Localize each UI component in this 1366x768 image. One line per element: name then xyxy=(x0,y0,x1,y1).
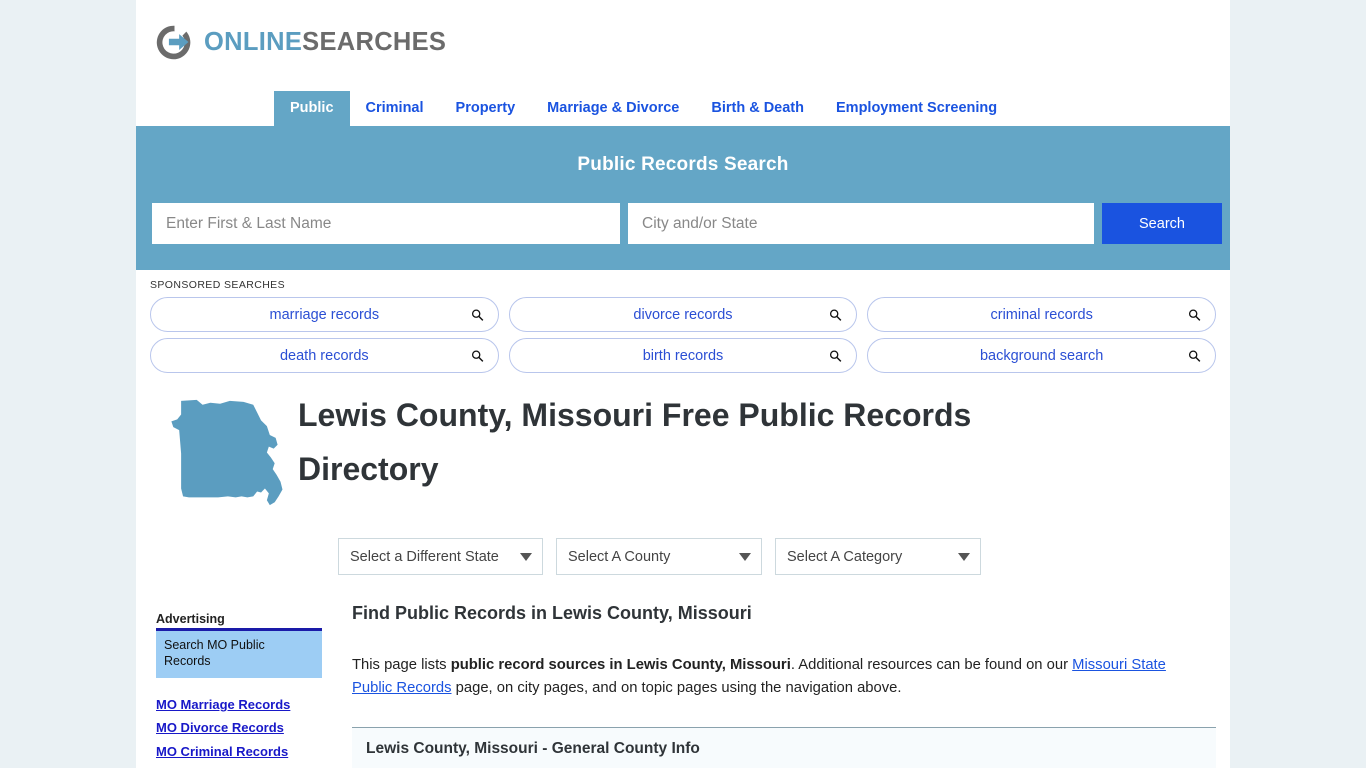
sponsored-pill-label: divorce records xyxy=(633,306,733,323)
site-logo-link[interactable]: ONLINESEARCHES xyxy=(154,22,446,63)
sidebar-link-mo-divorce-records[interactable]: MO Divorce Records xyxy=(156,718,338,738)
intro-text-part2: . Additional resources can be found on o… xyxy=(790,657,1073,673)
page-root: ONLINESEARCHES Public Criminal Property … xyxy=(0,0,1366,768)
content-container: ONLINESEARCHES Public Criminal Property … xyxy=(136,0,1230,768)
sidebar-link-mo-criminal-records[interactable]: MO Criminal Records xyxy=(156,742,338,762)
tab-property[interactable]: Property xyxy=(440,91,532,127)
sponsored-pill-label: marriage records xyxy=(269,306,380,323)
location-search-input[interactable] xyxy=(628,203,1094,244)
general-county-info-panel: Lewis County, Missouri - General County … xyxy=(352,727,1216,768)
public-records-search-band: Public Records Search Search xyxy=(136,126,1230,270)
general-county-info-title: Lewis County, Missouri - General County … xyxy=(366,739,700,757)
sponsored-searches-label: SPONSORED SEARCHES xyxy=(150,279,285,291)
ad-unit-text: Search MO Public Records xyxy=(164,638,265,668)
sponsored-pill-divorce-records[interactable]: divorce records xyxy=(508,297,858,332)
county-select[interactable]: Select A County xyxy=(556,538,762,575)
main-navigation: Public Criminal Property Marriage & Divo… xyxy=(136,85,1230,126)
left-sidebar: Advertising Search MO Public Records MO … xyxy=(150,591,338,768)
sponsored-pill-label: death records xyxy=(279,347,369,364)
intro-text-bold: public record sources in Lewis County, M… xyxy=(450,657,791,673)
sponsored-searches-section: SPONSORED SEARCHES marriage records divo… xyxy=(136,270,1230,373)
page-title: Lewis County, Missouri Free Public Recor… xyxy=(298,397,972,487)
chevron-down-icon xyxy=(520,552,532,561)
sponsored-pill-background-search[interactable]: background search xyxy=(867,338,1216,373)
state-select-label: Select a Different State xyxy=(350,548,499,565)
sponsored-pill-label: birth records xyxy=(642,347,724,364)
circle-arrow-logo-icon xyxy=(154,22,195,63)
tab-criminal[interactable]: Criminal xyxy=(350,91,440,127)
tab-marriage-divorce[interactable]: Marriage & Divorce xyxy=(531,91,695,127)
search-form: Search xyxy=(152,203,1222,244)
sponsored-pill-marriage-records[interactable]: marriage records xyxy=(150,297,499,332)
search-icon xyxy=(830,308,842,321)
tab-employment-screening[interactable]: Employment Screening xyxy=(820,91,1013,127)
chevron-down-icon xyxy=(958,552,970,561)
logo-wordmark: ONLINESEARCHES xyxy=(204,28,446,57)
intro-paragraph: This page lists public record sources in… xyxy=(352,654,1194,700)
name-search-input[interactable] xyxy=(152,203,620,244)
search-icon xyxy=(1188,308,1201,321)
site-header: ONLINESEARCHES xyxy=(136,0,1230,85)
search-submit-button[interactable]: Search xyxy=(1102,203,1222,244)
intro-text-part3: page, on city pages, and on topic pages … xyxy=(451,679,902,696)
tab-public[interactable]: Public xyxy=(274,90,350,126)
category-select-label: Select A Category xyxy=(787,548,903,565)
sponsored-pill-birth-records[interactable]: birth records xyxy=(508,338,858,373)
tab-birth-death[interactable]: Birth & Death xyxy=(695,91,820,127)
sponsored-pill-criminal-records[interactable]: criminal records xyxy=(867,297,1216,332)
search-band-title: Public Records Search xyxy=(577,154,789,175)
sponsored-searches-grid: marriage records divorce records crimina… xyxy=(150,297,1216,373)
county-select-label: Select A County xyxy=(568,548,671,565)
search-icon xyxy=(1188,349,1201,362)
search-icon xyxy=(471,349,484,362)
ad-unit-search-mo-public-records[interactable]: Search MO Public Records xyxy=(156,628,322,679)
main-column: Find Public Records in Lewis County, Mis… xyxy=(338,591,1216,768)
chevron-down-icon xyxy=(739,552,751,561)
advertising-label: Advertising xyxy=(156,612,225,626)
intro-text-part1: This page lists xyxy=(352,657,451,673)
sponsored-pill-death-records[interactable]: death records xyxy=(150,338,499,373)
search-icon xyxy=(830,349,842,362)
search-icon xyxy=(471,308,484,321)
sponsored-pill-label: criminal records xyxy=(990,306,1093,323)
sidebar-link-mo-marriage-records[interactable]: MO Marriage Records xyxy=(156,695,338,715)
state-select[interactable]: Select a Different State xyxy=(338,538,543,575)
missouri-state-map-icon xyxy=(150,387,298,510)
sidebar-links-list: MO Marriage Records MO Divorce Records M… xyxy=(156,695,338,768)
page-title-row: Lewis County, Missouri Free Public Recor… xyxy=(136,373,1230,510)
category-select[interactable]: Select A Category xyxy=(775,538,981,575)
section-heading: Find Public Records in Lewis County, Mis… xyxy=(352,603,752,623)
lower-content: Advertising Search MO Public Records MO … xyxy=(136,591,1230,768)
sponsored-pill-label: background search xyxy=(979,347,1104,364)
filter-selects-row: Select a Different State Select A County… xyxy=(136,510,1230,575)
logo-word-online: ONLINE xyxy=(204,28,303,56)
logo-word-searches: SEARCHES xyxy=(302,28,447,56)
